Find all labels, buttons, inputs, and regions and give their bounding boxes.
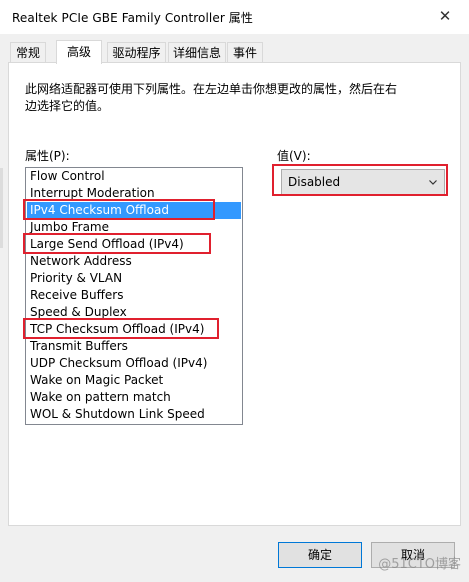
properties-dialog: Realtek PCIe GBE Family Controller 属性 ✕ …	[0, 0, 469, 582]
tab-events[interactable]: 事件	[227, 42, 263, 62]
tab-general[interactable]: 常规	[10, 42, 46, 62]
panel-description: 此网络适配器可使用下列属性。在左边单击你想更改的属性，然后在右边选择它的值。	[25, 82, 398, 113]
ok-button[interactable]: 确定	[278, 542, 362, 568]
property-item[interactable]: UDP Checksum Offload (IPv4)	[27, 355, 241, 372]
property-item[interactable]: Jumbo Frame	[27, 219, 241, 236]
close-button[interactable]: ✕	[425, 2, 465, 30]
property-item[interactable]: TCP Checksum Offload (IPv4)	[27, 321, 241, 338]
property-item[interactable]: Wake on Magic Packet	[27, 372, 241, 389]
close-icon: ✕	[438, 7, 452, 25]
property-item[interactable]: Priority & VLAN	[27, 270, 241, 287]
tab-driver[interactable]: 驱动程序	[107, 42, 166, 62]
tab-details[interactable]: 详细信息	[168, 42, 226, 62]
property-item[interactable]: Transmit Buffers	[27, 338, 241, 355]
value-dropdown[interactable]: Disabled	[281, 169, 445, 195]
property-item[interactable]: WOL & Shutdown Link Speed	[27, 406, 241, 423]
property-item[interactable]: Network Address	[27, 253, 241, 270]
left-edge-artifact	[0, 168, 3, 248]
value-dropdown-text: Disabled	[288, 175, 341, 189]
tab-strip: 常规 高级 驱动程序 详细信息 事件	[0, 40, 469, 64]
title-bar: Realtek PCIe GBE Family Controller 属性 ✕	[0, 0, 469, 34]
property-item[interactable]: Large Send Offload (IPv4)	[27, 236, 241, 253]
advanced-panel: 此网络适配器可使用下列属性。在左边单击你想更改的属性，然后在右边选择它的值。 属…	[8, 62, 461, 526]
property-item[interactable]: Interrupt Moderation	[27, 185, 241, 202]
property-item[interactable]: IPv4 Checksum Offload	[27, 202, 241, 219]
property-listbox[interactable]: Flow Control Interrupt Moderation IPv4 Che…	[25, 167, 243, 425]
property-item[interactable]: Flow Control	[27, 168, 241, 185]
chevron-down-icon	[429, 180, 437, 185]
property-item[interactable]: Wake on pattern match	[27, 389, 241, 406]
property-item[interactable]: Receive Buffers	[27, 287, 241, 304]
property-label: 属性(P):	[25, 149, 70, 163]
property-item[interactable]: Speed & Duplex	[27, 304, 241, 321]
watermark: @51CTO博客	[378, 557, 461, 572]
window-title: Realtek PCIe GBE Family Controller 属性	[12, 11, 253, 25]
tab-advanced[interactable]: 高级	[56, 40, 102, 64]
value-label: 值(V):	[277, 149, 311, 163]
